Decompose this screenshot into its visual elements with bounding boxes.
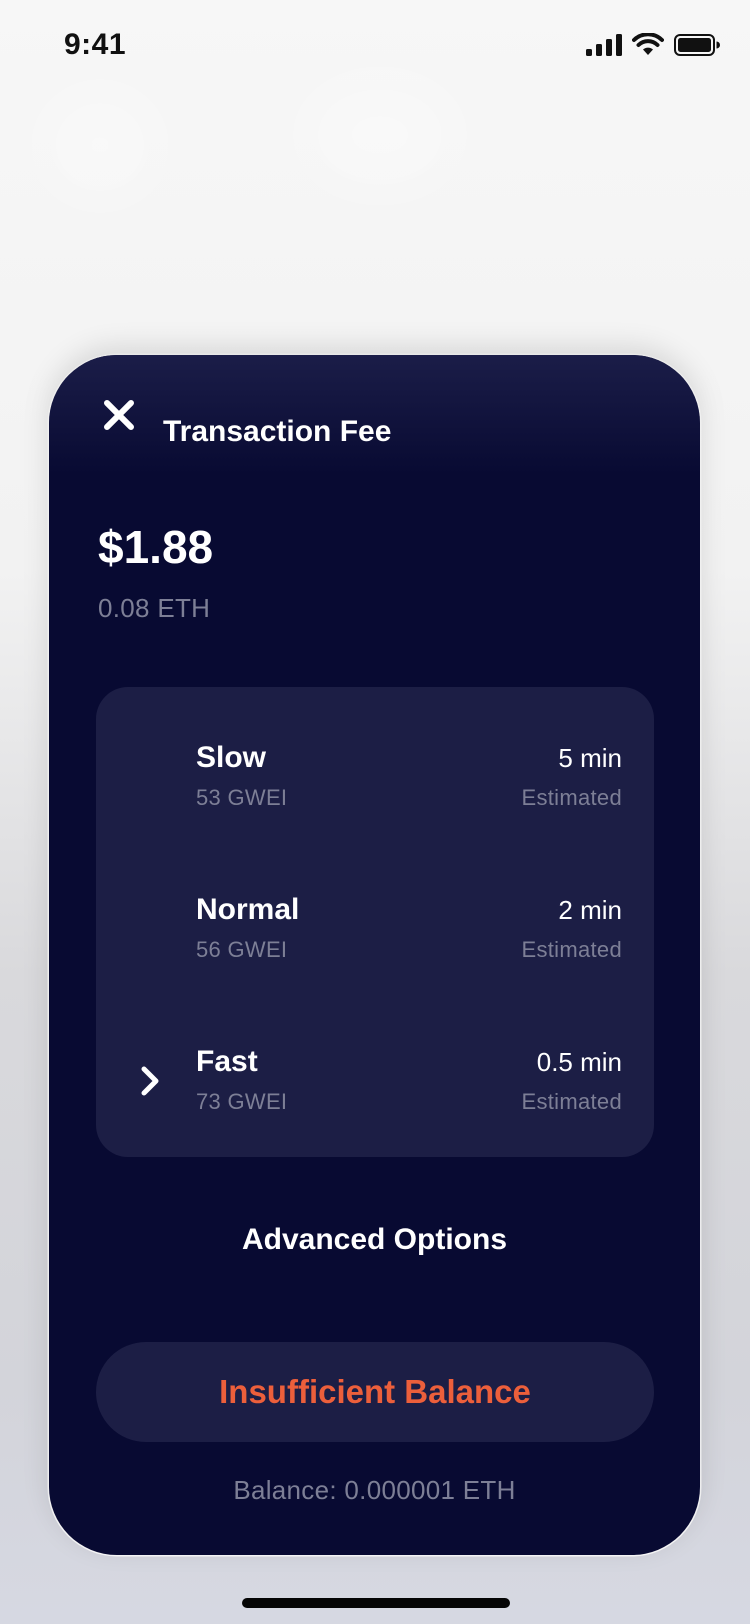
insufficient-balance-button[interactable]: Insufficient Balance [96,1342,654,1442]
sheet-title: Transaction Fee [163,415,392,448]
background-blur-blob [300,80,460,190]
close-button[interactable] [97,395,141,439]
cta-label: Insufficient Balance [219,1373,531,1410]
home-indicator[interactable] [242,1598,510,1608]
option-estimate-label: Estimated [521,785,622,810]
fee-eth-amount: 0.08 ETH [98,593,211,623]
cellular-signal-icon [586,34,622,61]
option-estimate-label: Estimated [521,1089,622,1114]
chevron-right-icon [136,1063,164,1099]
option-time: 0.5 min [536,1047,622,1077]
option-gwei: 53 GWEI [196,785,288,810]
fee-usd-amount: $1.88 [98,521,214,573]
option-name: Fast [196,1045,258,1078]
close-icon [102,398,136,437]
option-name: Slow [196,741,267,774]
battery-icon [674,34,720,61]
option-gwei: 56 GWEI [196,937,288,962]
status-icons [586,32,720,62]
option-estimate-label: Estimated [521,937,622,962]
transaction-fee-sheet: Transaction Fee $1.88 0.08 ETH Slow 53 G… [49,355,700,1555]
background-blur-blob [40,90,160,200]
status-bar: 9:41 [0,0,750,90]
fee-option-slow[interactable]: Slow 53 GWEI 5 min Estimated [96,721,654,821]
status-time: 9:41 [64,28,127,61]
fee-option-normal[interactable]: Normal 56 GWEI 2 min Estimated [96,873,654,973]
wifi-icon [632,32,664,62]
option-time: 2 min [558,895,622,925]
option-gwei: 73 GWEI [196,1089,288,1114]
balance-text: Balance: 0.000001 ETH [233,1475,516,1505]
option-time: 5 min [558,743,622,773]
advanced-options-link[interactable]: Advanced Options [49,1223,700,1257]
option-name: Normal [196,893,300,926]
fee-options-list: Slow 53 GWEI 5 min Estimated Normal 56 G… [96,687,654,1157]
fee-option-fast[interactable]: Fast 73 GWEI 0.5 min Estimated [96,1025,654,1125]
